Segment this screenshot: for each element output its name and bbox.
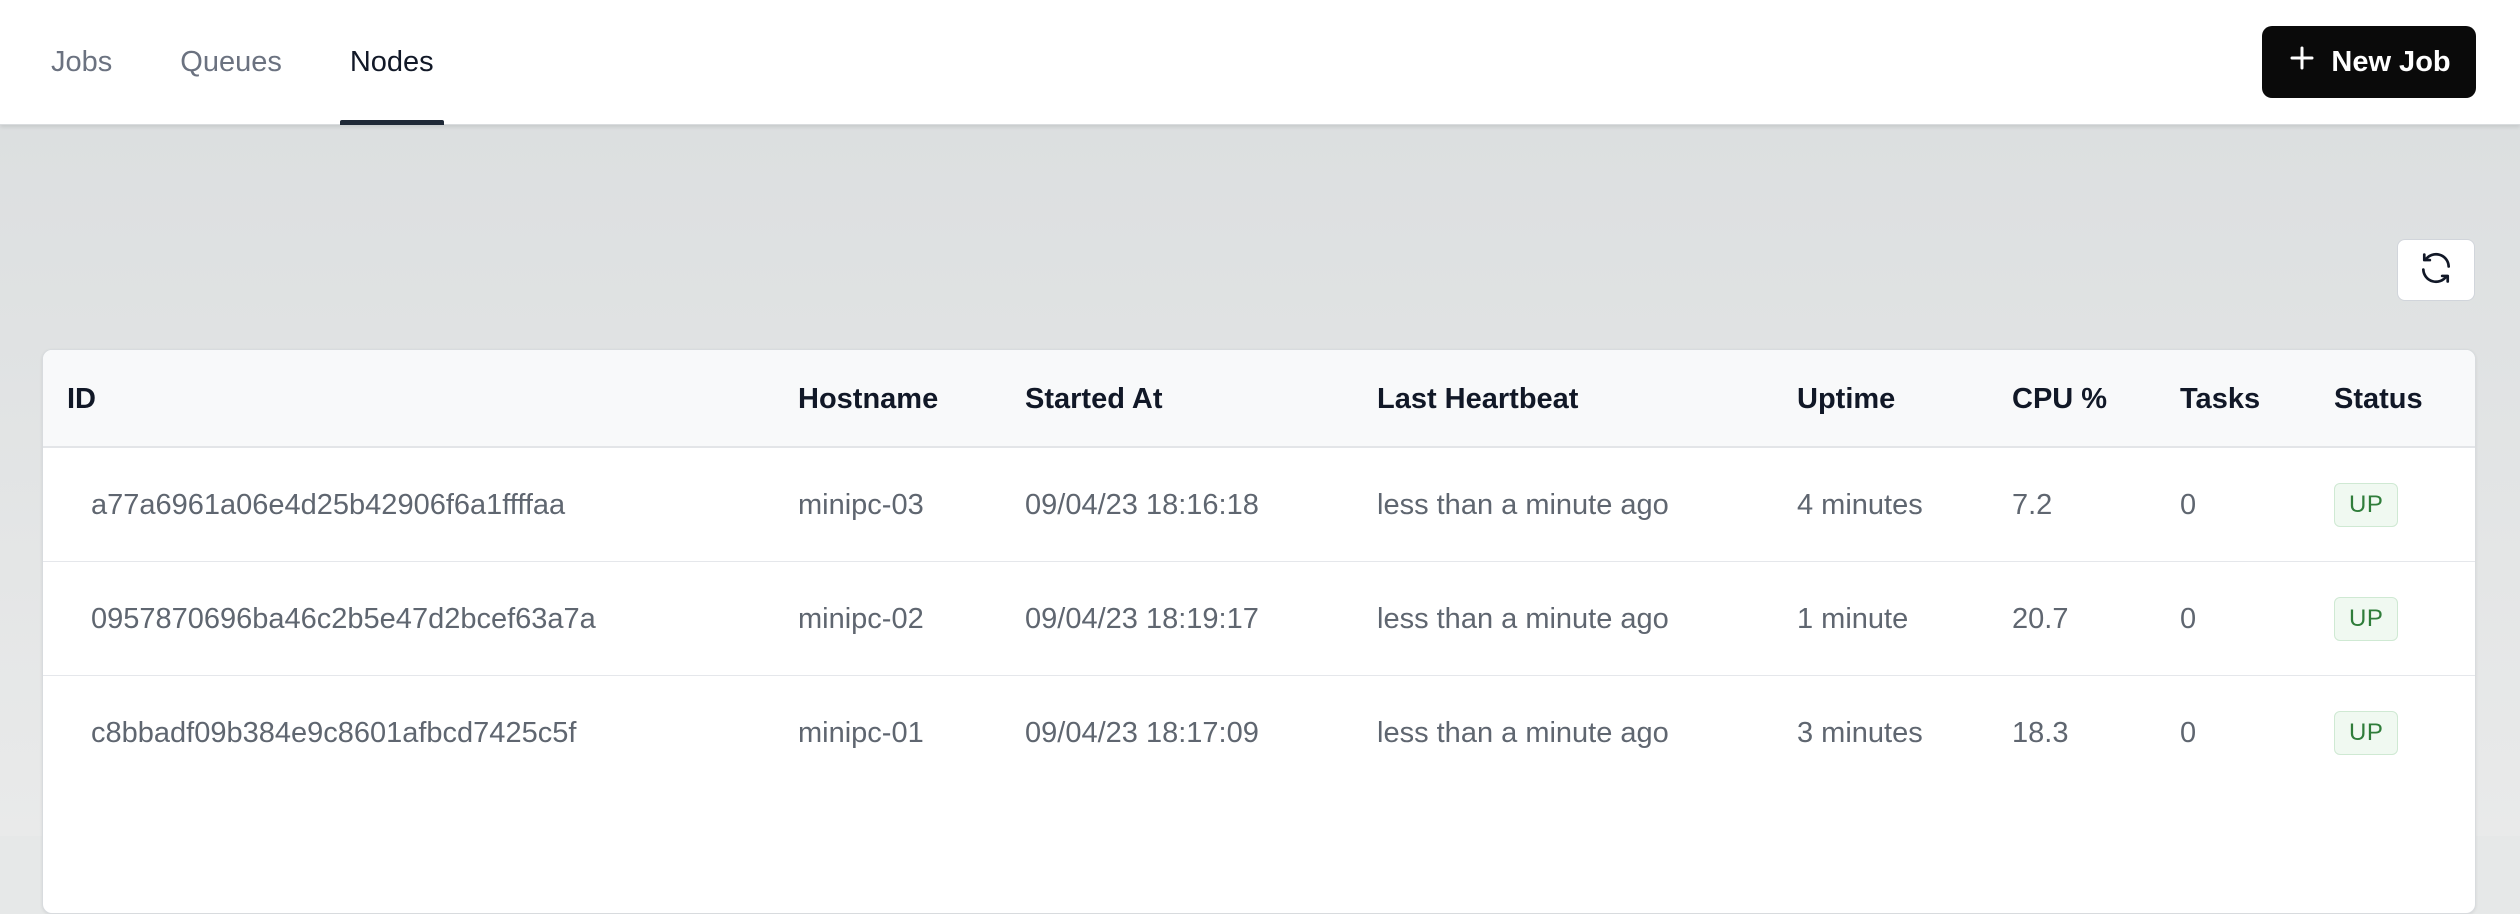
column-header-uptime: Uptime (1797, 382, 1896, 415)
node-id: c8bbadf09b384e9c8601afbcd7425c5f (91, 716, 577, 749)
column-header-id: ID (67, 382, 96, 415)
plus-icon (2287, 43, 2317, 81)
column-header-status: Status (2334, 382, 2423, 415)
node-uptime: 4 minutes (1797, 488, 1923, 521)
node-id: 0957870696ba46c2b5e47d2bcef63a7a (91, 602, 596, 635)
top-navigation-bar: Jobs Queues Nodes New Job (0, 0, 2520, 125)
node-started-at: 09/04/23 18:19:17 (1025, 602, 1259, 635)
new-job-label: New Job (2331, 45, 2451, 78)
node-id: a77a6961a06e4d25b42906f6a1ffffaa (91, 488, 566, 521)
main-content: ID Hostname Started At Last Heartbeat Up… (0, 125, 2520, 914)
node-started-at: 09/04/23 18:16:18 (1025, 488, 1259, 521)
node-started-at: 09/04/23 18:17:09 (1025, 716, 1259, 749)
node-last-heartbeat: less than a minute ago (1377, 602, 1669, 635)
status-cell: UP (2334, 562, 2399, 676)
node-cpu: 18.3 (2012, 716, 2069, 749)
node-last-heartbeat: less than a minute ago (1377, 716, 1669, 749)
nodes-table: ID Hostname Started At Last Heartbeat Up… (42, 349, 2476, 914)
node-cpu: 7.2 (2012, 488, 2053, 521)
status-badge: UP (2334, 483, 2399, 527)
new-job-button[interactable]: New Job (2262, 26, 2476, 98)
node-uptime: 1 minute (1797, 602, 1909, 635)
column-header-last-heartbeat: Last Heartbeat (1377, 382, 1579, 415)
column-header-cpu: CPU % (2012, 382, 2108, 415)
refresh-button[interactable] (2397, 239, 2475, 301)
node-uptime: 3 minutes (1797, 716, 1923, 749)
node-tasks: 0 (2180, 602, 2197, 635)
table-row[interactable]: 0957870696ba46c2b5e47d2bcef63a7a minipc-… (43, 562, 2475, 676)
table-header: ID Hostname Started At Last Heartbeat Up… (43, 350, 2475, 448)
column-header-tasks: Tasks (2180, 382, 2261, 415)
status-cell: UP (2334, 448, 2399, 562)
tab-jobs[interactable]: Jobs (30, 0, 122, 125)
node-cpu: 20.7 (2012, 602, 2069, 635)
status-badge: UP (2334, 597, 2399, 641)
node-last-heartbeat: less than a minute ago (1377, 488, 1669, 521)
node-hostname: minipc-02 (798, 602, 924, 635)
status-badge: UP (2334, 711, 2399, 755)
node-hostname: minipc-03 (798, 488, 924, 521)
column-header-started-at: Started At (1025, 382, 1163, 415)
table-row[interactable]: a77a6961a06e4d25b42906f6a1ffffaa minipc-… (43, 448, 2475, 562)
node-hostname: minipc-01 (798, 716, 924, 749)
column-header-hostname: Hostname (798, 382, 939, 415)
table-row[interactable]: c8bbadf09b384e9c8601afbcd7425c5f minipc-… (43, 676, 2475, 790)
tab-queues[interactable]: Queues (160, 0, 292, 125)
node-tasks: 0 (2180, 488, 2197, 521)
tab-nodes[interactable]: Nodes (330, 0, 444, 125)
nav-tabs: Jobs Queues Nodes (30, 0, 482, 125)
refresh-icon (2417, 249, 2455, 292)
node-tasks: 0 (2180, 716, 2197, 749)
status-cell: UP (2334, 676, 2399, 790)
